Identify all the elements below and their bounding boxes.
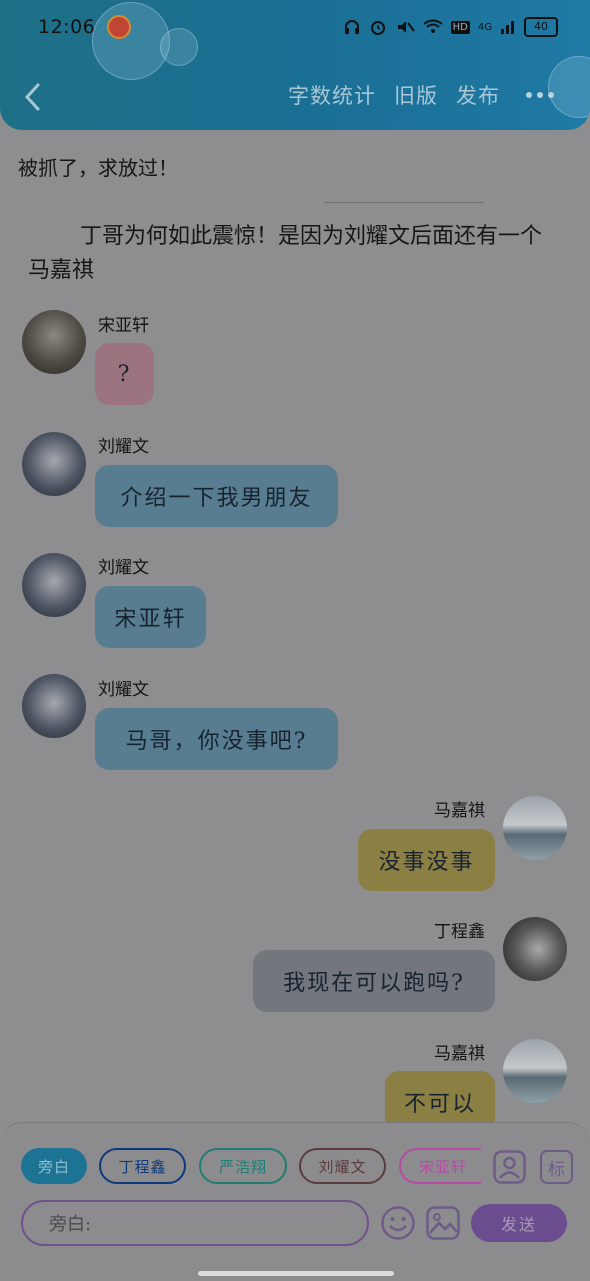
game-app-icon	[107, 15, 132, 39]
character-icon[interactable]	[493, 1150, 526, 1184]
more-icon[interactable]	[526, 92, 554, 98]
message-bubble[interactable]: 我现在可以跑吗?	[253, 950, 495, 1012]
role-tag[interactable]: 丁程鑫	[99, 1148, 186, 1184]
send-button[interactable]: 发送	[471, 1204, 567, 1242]
message-bubble[interactable]: 宋亚轩	[95, 586, 206, 648]
nav-actions: 字数统计 旧版 发布	[288, 80, 554, 110]
wifi-icon	[423, 19, 443, 33]
alarm-icon	[370, 21, 385, 35]
headphones-icon	[344, 20, 359, 34]
mark-button[interactable]: 标	[540, 1150, 573, 1184]
status-bar: 12:06 HD 4G 40	[38, 12, 558, 42]
mute-icon	[397, 21, 415, 33]
speaker-name: 丁程鑫	[434, 922, 485, 942]
network-type: 4G	[477, 21, 492, 33]
emoji-icon[interactable]	[380, 1205, 416, 1241]
avatar[interactable]	[503, 1039, 567, 1103]
speaker-name: 马嘉祺	[434, 801, 485, 821]
speaker-name: 刘耀文	[98, 558, 149, 578]
signal-icon	[501, 21, 514, 34]
message-bubble[interactable]: 介绍一下我男朋友	[95, 465, 338, 527]
image-icon[interactable]	[426, 1206, 460, 1240]
divider	[324, 202, 484, 203]
nav-bar: 字数统计 旧版 发布	[0, 70, 590, 126]
avatar[interactable]	[22, 674, 86, 738]
avatar[interactable]	[22, 310, 86, 374]
back-arrow-icon[interactable]	[22, 82, 46, 112]
word-count-button[interactable]: 字数统计	[288, 80, 376, 110]
status-time: 12:06	[38, 16, 96, 38]
narration-paragraph: 丁哥为何如此震惊！是因为刘耀文后面还有一个马嘉祺	[28, 224, 543, 283]
header-bar: 12:06 HD 4G 40 字数统计 旧版 发布	[0, 0, 590, 130]
status-icons: HD 4G 40	[343, 17, 558, 37]
old-version-button[interactable]: 旧版	[394, 80, 438, 110]
role-tag[interactable]: 宋亚轩	[399, 1148, 481, 1184]
battery-icon: 40	[524, 17, 558, 37]
message-input[interactable]: 旁白:	[21, 1200, 369, 1246]
avatar[interactable]	[22, 553, 86, 617]
avatar[interactable]	[503, 796, 567, 860]
publish-button[interactable]: 发布	[456, 80, 500, 110]
message-bubble[interactable]: ?	[95, 343, 154, 405]
speaker-name: 刘耀文	[98, 680, 149, 700]
role-tag[interactable]: 严浩翔	[199, 1148, 287, 1184]
avatar[interactable]	[22, 432, 86, 496]
narration-text: 被抓了，求放过！	[18, 156, 178, 180]
speaker-name: 刘耀文	[98, 437, 149, 457]
speaker-name: 宋亚轩	[98, 316, 149, 336]
avatar[interactable]	[503, 917, 567, 981]
home-indicator[interactable]	[198, 1271, 394, 1276]
role-tag-narrator[interactable]: 旁白	[21, 1148, 87, 1184]
speaker-name: 马嘉祺	[434, 1044, 485, 1064]
composer-panel: 旁白 丁程鑫 严浩翔 刘耀文 宋亚轩 标 旁白: 发送	[0, 1122, 590, 1281]
hd-badge: HD	[450, 20, 470, 34]
role-tag[interactable]: 刘耀文	[299, 1148, 386, 1184]
message-bubble[interactable]: 没事没事	[358, 829, 495, 891]
message-bubble[interactable]: 马哥，你没事吧?	[95, 708, 338, 770]
